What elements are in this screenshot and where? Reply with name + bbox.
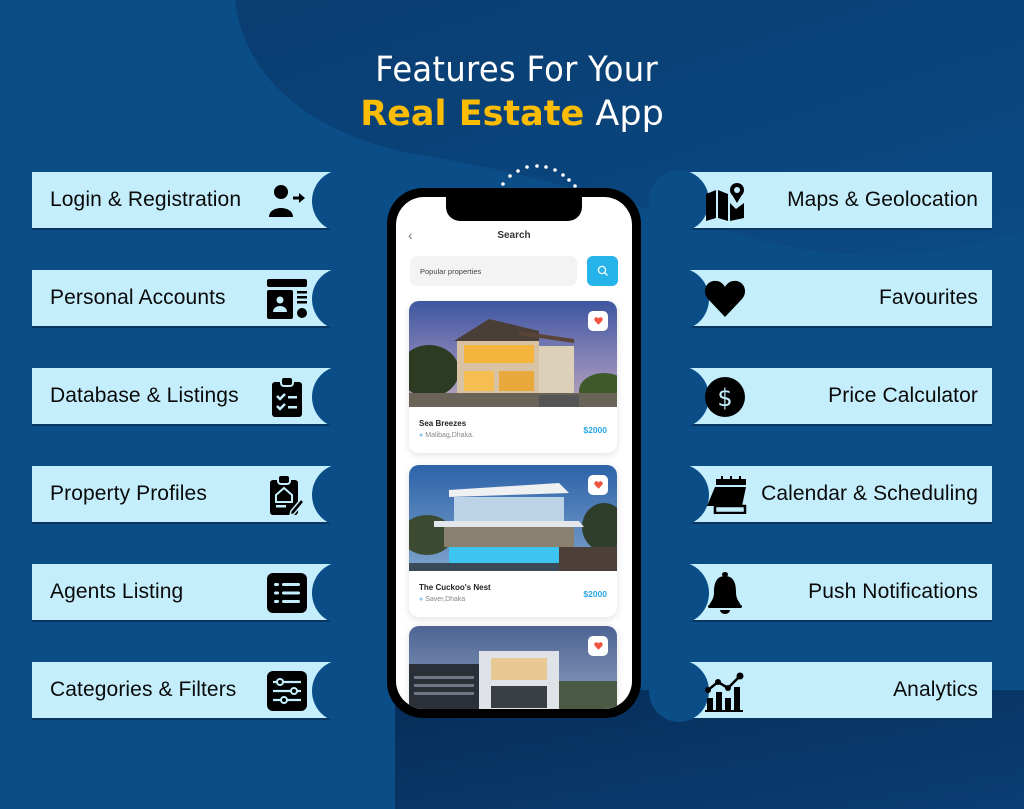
banner-notch [312, 268, 372, 330]
banner-notch [312, 464, 372, 526]
listing-info: Sea Breezes ● Malibag,Dhaka. $2000 [409, 407, 617, 453]
listing-card[interactable]: The Cuckoo's Nest ● Saver,Dhaka $2000 [409, 465, 617, 617]
headline-line1: Features For Your [375, 50, 659, 90]
bell-icon [704, 572, 746, 614]
listing-card[interactable] [409, 626, 617, 709]
property-photo [409, 465, 617, 571]
feature-label: Agents Listing [50, 580, 184, 603]
heart-icon [593, 481, 603, 489]
location-text: Malibag,Dhaka. [425, 432, 474, 439]
chart-icon [704, 671, 746, 712]
property-photo [409, 301, 617, 409]
account-card-icon [266, 279, 308, 319]
heart-icon [704, 279, 746, 319]
headline: Features For Your Real Estate App [0, 50, 1024, 134]
dotted-arc-decoration [501, 164, 577, 188]
heart-icon [593, 317, 603, 325]
feature-login-registration: Login & Registration [32, 170, 372, 232]
feature-calendar-scheduling: Calendar & Scheduling [649, 464, 992, 526]
search-bar [410, 256, 618, 286]
feature-price-calculator: $ Price Calculator [649, 366, 992, 428]
listing-location: ● Saver,Dhaka [419, 596, 465, 603]
banner-notch [649, 366, 709, 428]
feature-agents-listing: Agents Listing [32, 562, 372, 624]
listing-location: ● Malibag,Dhaka. [419, 432, 474, 439]
heart-icon [593, 642, 603, 650]
banner-notch [649, 660, 709, 722]
location-text: Saver,Dhaka [425, 596, 466, 603]
feature-label: Login & Registration [50, 188, 242, 211]
feature-analytics: Analytics [649, 660, 992, 722]
phone-mockup: ‹ Search Popular properties Sea Breezes … [387, 188, 641, 718]
listing-price: $2000 [583, 425, 607, 435]
property-photo [409, 626, 617, 709]
listing-name: Sea Breezes [419, 419, 467, 428]
favorite-button[interactable] [588, 311, 608, 331]
feature-label: Categories & Filters [50, 678, 237, 701]
feature-property-profiles: Property Profiles [32, 464, 372, 526]
location-pin-icon: ● [419, 432, 424, 439]
banner-notch [649, 170, 709, 232]
feature-label: Favourites [878, 286, 978, 309]
feature-label: Personal Accounts [50, 286, 226, 309]
feature-label: Calendar & Scheduling [761, 482, 978, 505]
banner-notch [312, 562, 372, 624]
screen-title: Search [497, 230, 531, 241]
feature-label: Push Notifications [808, 580, 978, 603]
phone-notch [446, 197, 582, 221]
phone-screen: ‹ Search Popular properties Sea Breezes … [396, 197, 632, 709]
listing-price: $2000 [583, 589, 607, 599]
favorite-button[interactable] [588, 636, 608, 656]
feature-label: Property Profiles [50, 482, 207, 505]
headline-rest: App [595, 94, 664, 134]
listing-card[interactable]: Sea Breezes ● Malibag,Dhaka. $2000 [409, 301, 617, 453]
banner-notch [312, 170, 372, 232]
listing-name: The Cuckoo's Nest [419, 583, 491, 592]
sliders-icon [266, 671, 308, 711]
favorite-button[interactable] [588, 475, 608, 495]
search-button[interactable] [587, 256, 618, 286]
banner-notch [649, 562, 709, 624]
feature-push-notifications: Push Notifications [649, 562, 992, 624]
list-icon [266, 573, 308, 613]
calendar-icon [706, 475, 748, 515]
location-pin-icon: ● [419, 596, 424, 603]
app-nav-bar: ‹ Search [396, 227, 632, 247]
banner-notch [649, 268, 709, 330]
feature-maps-geolocation: Maps & Geolocation [649, 170, 992, 232]
dollar-circle-icon: $ [704, 377, 746, 417]
feature-database-listings: Database & Listings [32, 366, 372, 428]
clipboard-house-icon [266, 475, 308, 515]
feature-categories-filters: Categories & Filters [32, 660, 372, 722]
user-login-icon [266, 181, 308, 221]
feature-label: Database & Listings [50, 384, 239, 407]
feature-personal-accounts: Personal Accounts [32, 268, 372, 330]
feature-label: Maps & Geolocation [787, 188, 978, 211]
listing-info: The Cuckoo's Nest ● Saver,Dhaka $2000 [409, 571, 617, 617]
search-icon [597, 265, 608, 276]
feature-label: Analytics [893, 678, 978, 701]
headline-accent: Real Estate [360, 94, 585, 134]
search-input[interactable] [410, 256, 577, 286]
svg-text:$: $ [717, 384, 732, 412]
feature-favourites: Favourites [649, 268, 992, 330]
banner-notch [312, 660, 372, 722]
banner-notch [312, 366, 372, 428]
banner-notch [649, 464, 709, 526]
feature-label: Price Calculator [828, 384, 978, 407]
clipboard-checklist-icon [266, 377, 308, 417]
map-pin-icon [704, 181, 746, 221]
